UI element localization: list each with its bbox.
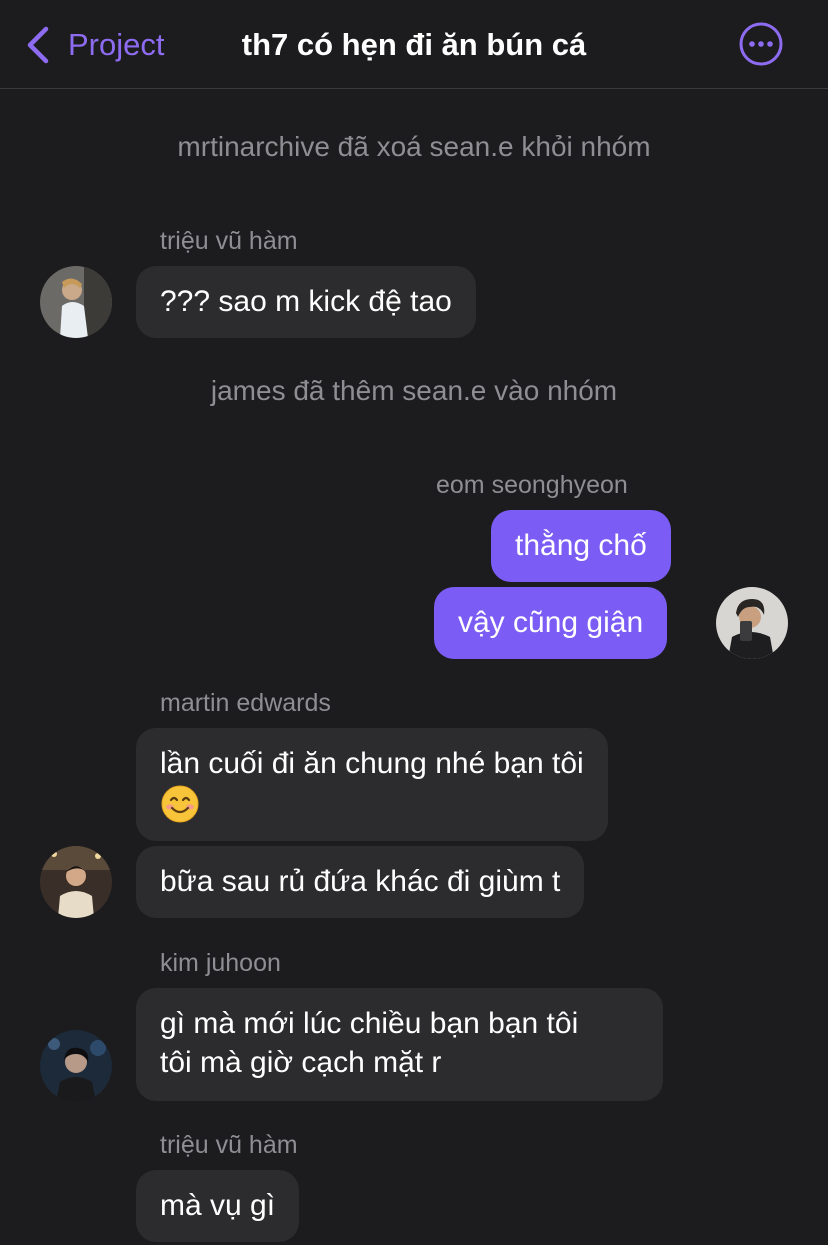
system-message: james đã thêm sean.e vào nhóm <box>210 375 618 406</box>
avatar[interactable] <box>40 1030 112 1102</box>
avatar[interactable] <box>40 846 112 918</box>
message-bubble[interactable]: vậy cũng giận <box>434 587 668 659</box>
ellipsis-circle-icon <box>739 22 783 66</box>
sender-name: triệu vũ hàm <box>160 227 298 255</box>
sender-name: martin edwards <box>160 689 331 717</box>
message-text: lần cuối đi ăn chung nhé bạn tôi <box>160 747 584 780</box>
message-text: tôi mà giờ cạch mặt r <box>160 1046 442 1079</box>
message-bubble[interactable]: mà vụ gì <box>136 1170 300 1242</box>
message-text: gì mà mới lúc chiều bạn bạn tôi <box>160 1007 579 1040</box>
message-bubble[interactable]: bữa sau rủ đứa khác đi giùm t <box>136 846 585 918</box>
avatar[interactable] <box>40 266 112 338</box>
avatar[interactable] <box>716 587 788 659</box>
sender-name: kim juhoon <box>160 949 281 977</box>
message-bubble[interactable]: gì mà mới lúc chiều bạn bạn tôi tôi mà g… <box>136 988 663 1101</box>
avatar-photo <box>716 587 788 659</box>
avatar-photo <box>40 266 112 338</box>
message-bubble[interactable]: thằng chố <box>491 510 671 582</box>
avatar-photo <box>40 846 112 918</box>
avatar-photo <box>40 1030 112 1102</box>
chat-title: th7 có hẹn đi ăn bún cá <box>241 27 587 62</box>
system-message: mrtinarchive đã xoá sean.e khỏi nhóm <box>177 131 651 162</box>
message-bubble[interactable]: ??? sao m kick đệ tao <box>136 266 476 338</box>
smiling-face-emoji <box>161 785 199 823</box>
sender-name: eom seonghyeon <box>436 471 628 499</box>
message-bubble[interactable]: lần cuối đi ăn chung nhé bạn tôi <box>136 728 608 841</box>
sender-name: triệu vũ hàm <box>160 1131 298 1159</box>
more-options-button[interactable] <box>739 22 783 66</box>
chat-header: Project th7 có hẹn đi ăn bún cá <box>0 0 828 89</box>
